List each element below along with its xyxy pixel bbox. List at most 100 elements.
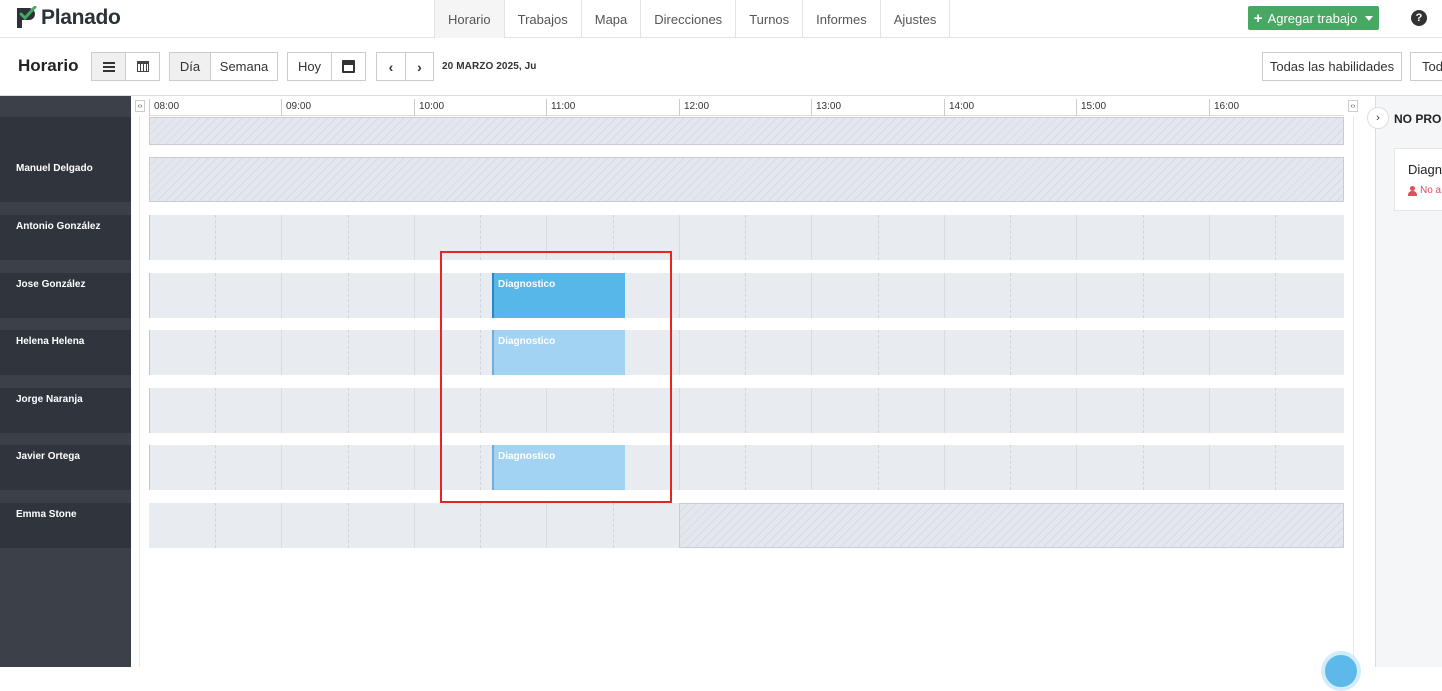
hour-tick xyxy=(281,99,282,116)
resource-name: Jose González xyxy=(16,279,86,290)
prev-day-button[interactable]: ‹ xyxy=(376,52,406,81)
hour-tick xyxy=(1209,99,1210,116)
resource-row[interactable]: Manuel Delgado xyxy=(0,157,131,202)
grid-line xyxy=(1209,330,1210,375)
grid-line xyxy=(215,388,216,433)
nav-tab-mapa[interactable]: Mapa xyxy=(580,0,641,38)
second-filter-dropdown[interactable]: Tod xyxy=(1410,52,1442,81)
grid-line xyxy=(348,215,349,260)
grid-line xyxy=(811,445,812,490)
date-picker-button[interactable] xyxy=(331,52,366,81)
resource-name: Manuel Delgado xyxy=(16,163,93,174)
next-day-button[interactable]: › xyxy=(405,52,434,81)
nav-tab-informes[interactable]: Informes xyxy=(802,0,880,38)
today-button[interactable]: Hoy xyxy=(287,52,332,81)
grid-line xyxy=(878,445,879,490)
lane-helena-helena[interactable]: Diagnostico xyxy=(149,330,1344,375)
resource-row[interactable]: Jorge Naranja xyxy=(0,388,131,433)
job-event[interactable]: Diagnostico xyxy=(492,330,625,375)
grid-line xyxy=(1076,330,1077,375)
planado-logo-icon xyxy=(17,6,37,28)
view-week-button[interactable]: Semana xyxy=(210,52,278,81)
unscheduled-job-card[interactable]: Diagno No a xyxy=(1394,148,1442,211)
hour-label: 16:00 xyxy=(1214,101,1240,112)
resource-row[interactable]: Emma Stone xyxy=(0,503,131,548)
chat-widget-icon[interactable] xyxy=(1321,651,1361,691)
job-event[interactable]: Diagnostico xyxy=(492,273,625,318)
add-job-label: Agregar trabajo xyxy=(1267,10,1358,26)
chevron-left-icon: ‹ xyxy=(388,58,394,75)
grid-line xyxy=(878,388,879,433)
grid-line xyxy=(679,273,680,318)
job-event[interactable]: Diagnostico xyxy=(492,445,625,490)
grid-line xyxy=(348,330,349,375)
grid-line xyxy=(215,273,216,318)
schedule-toolbar: Horario Día Semana Hoy ‹ › 20 MARZO 2025… xyxy=(0,38,1442,96)
view-day-button[interactable]: Día xyxy=(169,52,211,81)
hour-label: 08:00 xyxy=(154,101,180,112)
nav-tab-horario[interactable]: Horario xyxy=(434,0,504,38)
grid-line xyxy=(1076,273,1077,318)
nav-tab-turnos[interactable]: Turnos xyxy=(735,0,802,38)
grid-line xyxy=(215,215,216,260)
scroll-right-toggle[interactable]: ‹› xyxy=(1348,100,1358,112)
grid-line xyxy=(149,445,150,490)
grid-line xyxy=(281,503,282,548)
lane-javier-ortega[interactable]: Diagnostico xyxy=(149,445,1344,490)
hour-label: 15:00 xyxy=(1081,101,1107,112)
resource-row[interactable]: Antonio González xyxy=(0,215,131,260)
calendar-view-button[interactable] xyxy=(125,52,160,81)
grid-line xyxy=(1143,330,1144,375)
lane-manuel-delgado[interactable] xyxy=(149,157,1344,202)
lane-jorge-naranja[interactable] xyxy=(149,388,1344,433)
hour-label: 14:00 xyxy=(949,101,975,112)
grid-line xyxy=(215,330,216,375)
grid-line xyxy=(480,330,481,375)
lane-emma-stone[interactable] xyxy=(149,503,1344,548)
grid-line xyxy=(1076,445,1077,490)
timeline-right-border xyxy=(1353,116,1354,667)
nav-tab-trabajos[interactable]: Trabajos xyxy=(503,0,581,38)
lane-antonio-gonzalez[interactable] xyxy=(149,215,1344,260)
planado-logo[interactable]: Planado xyxy=(15,6,121,30)
grid-line xyxy=(1209,215,1210,260)
grid-line xyxy=(1143,445,1144,490)
collapse-panel-button[interactable]: › xyxy=(1367,107,1389,129)
grid-line xyxy=(1209,273,1210,318)
resource-row xyxy=(0,117,131,162)
unscheduled-title: NO PRO xyxy=(1394,112,1442,126)
grid-line xyxy=(944,388,945,433)
skills-filter-dropdown[interactable]: Todas las habilidades xyxy=(1262,52,1402,81)
person-icon xyxy=(1408,185,1417,196)
resource-row[interactable]: Jose González xyxy=(0,273,131,318)
grid-line xyxy=(745,330,746,375)
grid-line xyxy=(281,388,282,433)
grid-line xyxy=(811,388,812,433)
unavailable-block xyxy=(149,117,1344,145)
job-card-assignee: No a xyxy=(1408,185,1441,196)
lane-unnamed xyxy=(149,117,1344,145)
list-view-button[interactable] xyxy=(91,52,126,81)
grid-line xyxy=(546,503,547,548)
grid-line xyxy=(546,388,547,433)
scroll-left-toggle[interactable]: ‹› xyxy=(135,100,145,112)
grid-line xyxy=(878,215,879,260)
lane-jose-gonzalez[interactable]: Diagnostico xyxy=(149,273,1344,318)
resource-name: Antonio González xyxy=(16,221,101,232)
resource-row[interactable]: Javier Ortega xyxy=(0,445,131,490)
grid-line xyxy=(944,273,945,318)
unavailable-block xyxy=(149,157,1344,202)
nav-tab-ajustes[interactable]: Ajustes xyxy=(879,0,951,38)
grid-line xyxy=(281,330,282,375)
grid-line xyxy=(1076,215,1077,260)
resource-row[interactable]: Helena Helena xyxy=(0,330,131,375)
grid-line xyxy=(1010,215,1011,260)
nav-tab-direcciones[interactable]: Direcciones xyxy=(640,0,735,38)
hour-tick xyxy=(944,99,945,116)
add-job-button[interactable]: + Agregar trabajo xyxy=(1248,6,1379,30)
grid-line xyxy=(679,215,680,260)
question-circle-icon[interactable]: ? xyxy=(1411,10,1427,26)
grid-line xyxy=(1010,388,1011,433)
brand-name: Planado xyxy=(41,6,121,29)
grid-line xyxy=(1010,445,1011,490)
